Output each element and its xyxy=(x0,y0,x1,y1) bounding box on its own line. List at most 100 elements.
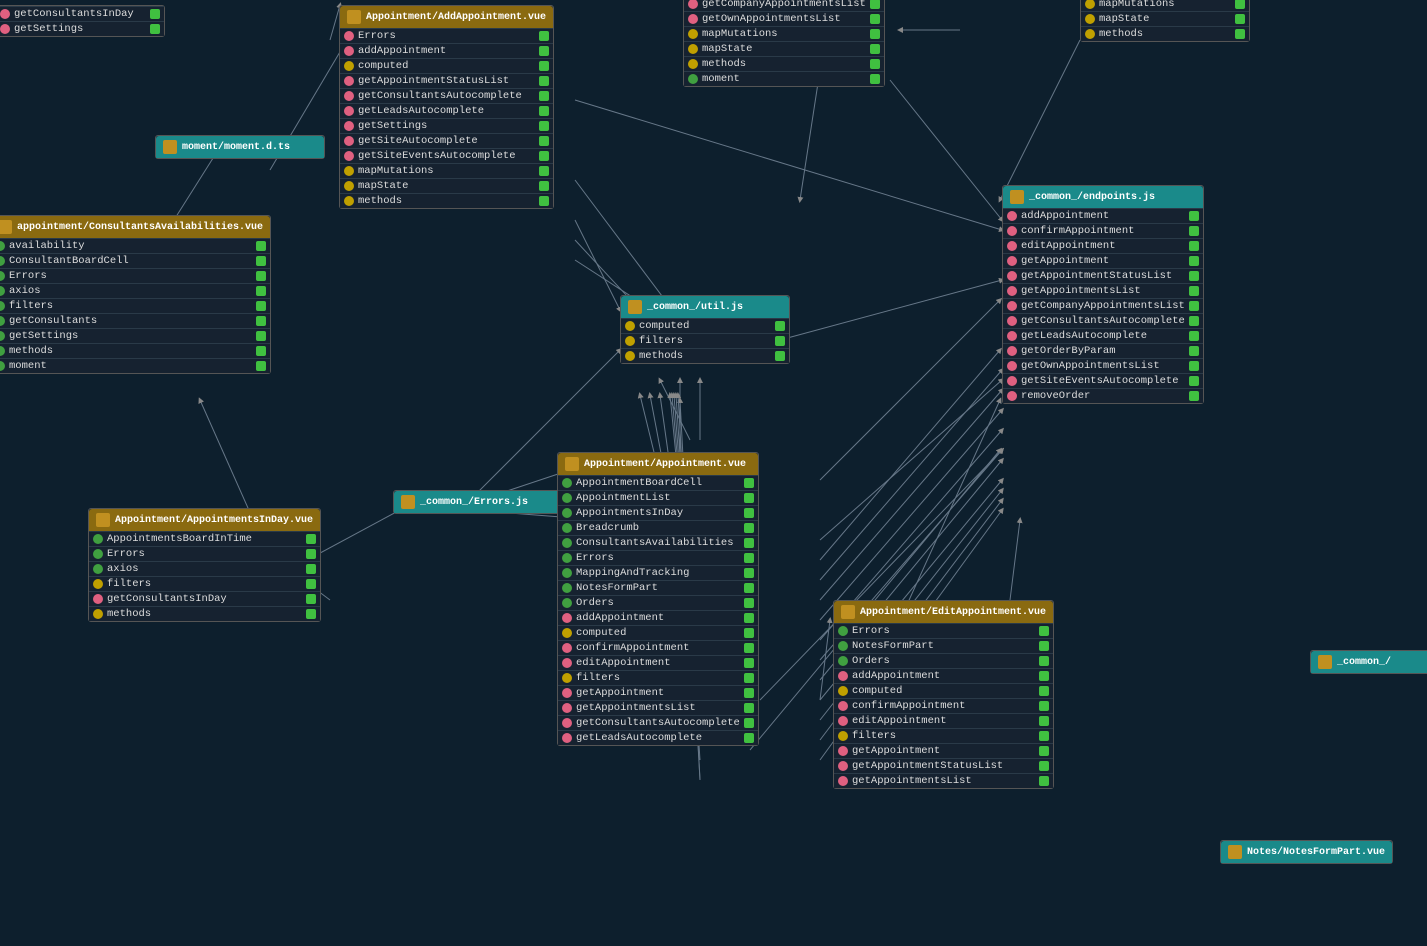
node-row[interactable]: getCompanyAppointmentsList xyxy=(684,0,884,11)
node-row[interactable]: getLeadsAutocomplete xyxy=(1003,328,1203,343)
node-row[interactable]: moment xyxy=(684,71,884,86)
node-row[interactable]: mapState xyxy=(684,41,884,56)
node-row[interactable]: getCompanyAppointmentsList xyxy=(1003,298,1203,313)
node-row[interactable]: Errors xyxy=(558,550,758,565)
node-row[interactable]: getOwnAppointmentsList xyxy=(684,11,884,26)
node-row[interactable]: getSettings xyxy=(340,118,553,133)
node-row[interactable]: computed xyxy=(340,58,553,73)
node-common-last[interactable]: _common_/ xyxy=(1310,650,1427,674)
node-row[interactable]: Orders xyxy=(558,595,758,610)
node-row[interactable]: computed xyxy=(621,318,789,333)
node-row[interactable]: getAppointmentStatusList xyxy=(340,73,553,88)
node-row[interactable]: getConsultantsAutocomplete xyxy=(1003,313,1203,328)
node-row[interactable]: getAppointmentStatusList xyxy=(834,758,1053,773)
node-row[interactable]: getAppointment xyxy=(1003,253,1203,268)
node-row[interactable]: methods xyxy=(89,606,320,621)
node-row[interactable]: mapMutations xyxy=(684,26,884,41)
node-row[interactable]: methods xyxy=(0,343,270,358)
node-row[interactable]: methods xyxy=(621,348,789,363)
node-row[interactable]: NotesFormPart xyxy=(834,638,1053,653)
node-row[interactable]: Errors xyxy=(340,28,553,43)
node-row[interactable]: availability xyxy=(0,238,270,253)
node-row[interactable]: editAppointment xyxy=(558,655,758,670)
node-row[interactable]: getSiteEventsAutocomplete xyxy=(340,148,553,163)
node-row[interactable]: mapState xyxy=(340,178,553,193)
node-row[interactable]: filters xyxy=(558,670,758,685)
node-row[interactable]: addAppointment xyxy=(558,610,758,625)
node-row[interactable]: getAppointmentsList xyxy=(558,700,758,715)
node-row[interactable]: Errors xyxy=(0,268,270,283)
node-row[interactable]: confirmAppointment xyxy=(834,698,1053,713)
node-row[interactable]: addAppointment xyxy=(340,43,553,58)
node-row[interactable]: removeOrder xyxy=(1003,388,1203,403)
diagram-canvas[interactable]: Appointment/AddAppointment.vueErrorsaddA… xyxy=(0,0,1427,946)
node-edit-appointment[interactable]: Appointment/EditAppointment.vueErrorsNot… xyxy=(833,600,1054,789)
node-row[interactable]: AppointmentBoardCell xyxy=(558,475,758,490)
node-row[interactable]: getOwnAppointmentsList xyxy=(1003,358,1203,373)
node-consultants-availabilities[interactable]: appointment/ConsultantsAvailabilities.vu… xyxy=(0,215,271,374)
node-row[interactable]: mapMutations xyxy=(340,163,553,178)
node-row[interactable]: getLeadsAutocomplete xyxy=(558,730,758,745)
node-row[interactable]: axios xyxy=(0,283,270,298)
node-row[interactable]: getSiteEventsAutocomplete xyxy=(1003,373,1203,388)
node-row[interactable]: getAppointment xyxy=(834,743,1053,758)
node-row[interactable]: addAppointment xyxy=(834,668,1053,683)
row-icon xyxy=(562,478,572,488)
node-row[interactable]: Errors xyxy=(89,546,320,561)
node-top-right-block[interactable]: mapMutationsmapStatemethods xyxy=(1080,0,1250,42)
row-connector xyxy=(539,181,549,191)
node-get-consultants[interactable]: getConsultantsInDaygetSettings xyxy=(0,5,165,37)
node-moment[interactable]: moment/moment.d.ts xyxy=(155,135,325,159)
node-row[interactable]: editAppointment xyxy=(834,713,1053,728)
node-row[interactable]: filters xyxy=(89,576,320,591)
node-row[interactable]: mapMutations xyxy=(1081,0,1249,11)
node-row[interactable]: getConsultantsInDay xyxy=(0,6,164,21)
node-row[interactable]: ConsultantsAvailabilities xyxy=(558,535,758,550)
node-row[interactable]: editAppointment xyxy=(1003,238,1203,253)
node-row[interactable]: AppointmentsInDay xyxy=(558,505,758,520)
node-row[interactable]: getAppointmentsList xyxy=(1003,283,1203,298)
node-row[interactable]: filters xyxy=(0,298,270,313)
node-row[interactable]: getSettings xyxy=(0,21,164,36)
node-row[interactable]: MappingAndTracking xyxy=(558,565,758,580)
node-row[interactable]: AppointmentList xyxy=(558,490,758,505)
node-row[interactable]: Orders xyxy=(834,653,1053,668)
node-add-appointment[interactable]: Appointment/AddAppointment.vueErrorsaddA… xyxy=(339,5,554,209)
node-row[interactable]: ConsultantBoardCell xyxy=(0,253,270,268)
node-row[interactable]: getConsultantsAutocomplete xyxy=(340,88,553,103)
node-row[interactable]: getSettings xyxy=(0,328,270,343)
node-row[interactable]: methods xyxy=(1081,26,1249,41)
node-row[interactable]: getAppointmentsList xyxy=(834,773,1053,788)
node-row[interactable]: filters xyxy=(834,728,1053,743)
node-row[interactable]: Errors xyxy=(834,623,1053,638)
node-row[interactable]: methods xyxy=(340,193,553,208)
node-notes-form[interactable]: Notes/NotesFormPart.vue xyxy=(1220,840,1393,864)
node-row[interactable]: axios xyxy=(89,561,320,576)
node-row[interactable]: mapState xyxy=(1081,11,1249,26)
node-row[interactable]: addAppointment xyxy=(1003,208,1203,223)
node-row[interactable]: getLeadsAutocomplete xyxy=(340,103,553,118)
node-row[interactable]: computed xyxy=(558,625,758,640)
node-row[interactable]: moment xyxy=(0,358,270,373)
node-common-errors[interactable]: _common_/Errors.js xyxy=(393,490,563,514)
node-common-util[interactable]: _common_/util.jscomputedfiltersmethods xyxy=(620,295,790,364)
node-row[interactable]: getOrderByParam xyxy=(1003,343,1203,358)
node-row[interactable]: getAppointment xyxy=(558,685,758,700)
node-row[interactable]: getAppointmentStatusList xyxy=(1003,268,1203,283)
node-top-mid[interactable]: getCompanyAppointmentsListgetOwnAppointm… xyxy=(683,0,885,87)
node-row[interactable]: methods xyxy=(684,56,884,71)
node-common-endpoints[interactable]: _common_/endpoints.jsaddAppointmentconfi… xyxy=(1002,185,1204,404)
node-appointments-in-day[interactable]: Appointment/AppointmentsInDay.vueAppoint… xyxy=(88,508,321,622)
node-row[interactable]: NotesFormPart xyxy=(558,580,758,595)
node-row[interactable]: AppointmentsBoardInTime xyxy=(89,531,320,546)
node-row[interactable]: confirmAppointment xyxy=(1003,223,1203,238)
node-row[interactable]: getConsultantsAutocomplete xyxy=(558,715,758,730)
node-row[interactable]: computed xyxy=(834,683,1053,698)
node-row[interactable]: filters xyxy=(621,333,789,348)
node-appointment-main[interactable]: Appointment/Appointment.vueAppointmentBo… xyxy=(557,452,759,746)
node-row[interactable]: Breadcrumb xyxy=(558,520,758,535)
node-row[interactable]: confirmAppointment xyxy=(558,640,758,655)
node-row[interactable]: getConsultantsInDay xyxy=(89,591,320,606)
node-row[interactable]: getSiteAutocomplete xyxy=(340,133,553,148)
node-row[interactable]: getConsultants xyxy=(0,313,270,328)
